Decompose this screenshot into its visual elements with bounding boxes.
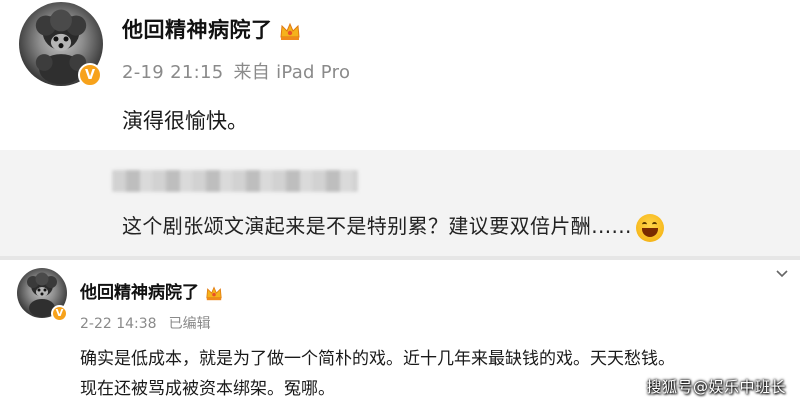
reply-content: 确实是低成本，就是为了做一个简朴的戏。近十几年来最缺钱的戏。天天愁钱。 现在还被…: [80, 344, 675, 404]
username[interactable]: 他回精神病院了: [80, 283, 199, 303]
crown-icon: [206, 286, 222, 301]
post-card: V 他回精神病院了 2-19 21:15 来自 iPad Pro 演得很愉快。: [0, 0, 800, 150]
post-meta: 2-19 21:15 来自 iPad Pro: [122, 58, 350, 84]
username[interactable]: 他回精神病院了: [122, 18, 273, 42]
quote-line: 这个剧张颂文演起来是不是特别累？建议要双倍片酬......: [122, 210, 664, 242]
reply-meta: 2-22 14:38 已编辑: [80, 313, 211, 333]
post-source: 来自 iPad Pro: [233, 62, 351, 83]
blurred-username: [112, 170, 358, 192]
reply-line: 现在还被骂成被资本绑架。冤哪。: [80, 379, 335, 399]
quote-text: 这个剧张颂文演起来是不是特别累？建议要双倍片酬......: [122, 214, 632, 238]
username-row: 他回精神病院了: [122, 14, 301, 44]
quoted-comment[interactable]: 这个剧张颂文演起来是不是特别累？建议要双倍片酬......: [0, 150, 800, 256]
crown-icon: [279, 22, 300, 40]
username-row: 他回精神病院了: [80, 278, 223, 303]
reply-timestamp: 2-22 14:38: [80, 316, 157, 332]
verified-badge-icon: V: [51, 305, 68, 322]
reply-card: V 他回精神病院了 2-22 14:38 已编辑 确实是低成本，就是为了做一个简朴…: [0, 260, 800, 405]
laughing-emoji-icon: [635, 213, 664, 242]
verified-badge-icon: V: [78, 63, 102, 87]
post-content: 演得很愉快。: [122, 109, 248, 133]
chevron-down-icon[interactable]: [774, 266, 790, 282]
edited-label: 已编辑: [168, 316, 211, 332]
watermark: 搜狐号@娱乐中班长: [646, 378, 786, 396]
reply-line: 确实是低成本，就是为了做一个简朴的戏。近十几年来最缺钱的戏。天天愁钱。: [80, 349, 675, 369]
post-timestamp: 2-19 21:15: [122, 62, 224, 83]
